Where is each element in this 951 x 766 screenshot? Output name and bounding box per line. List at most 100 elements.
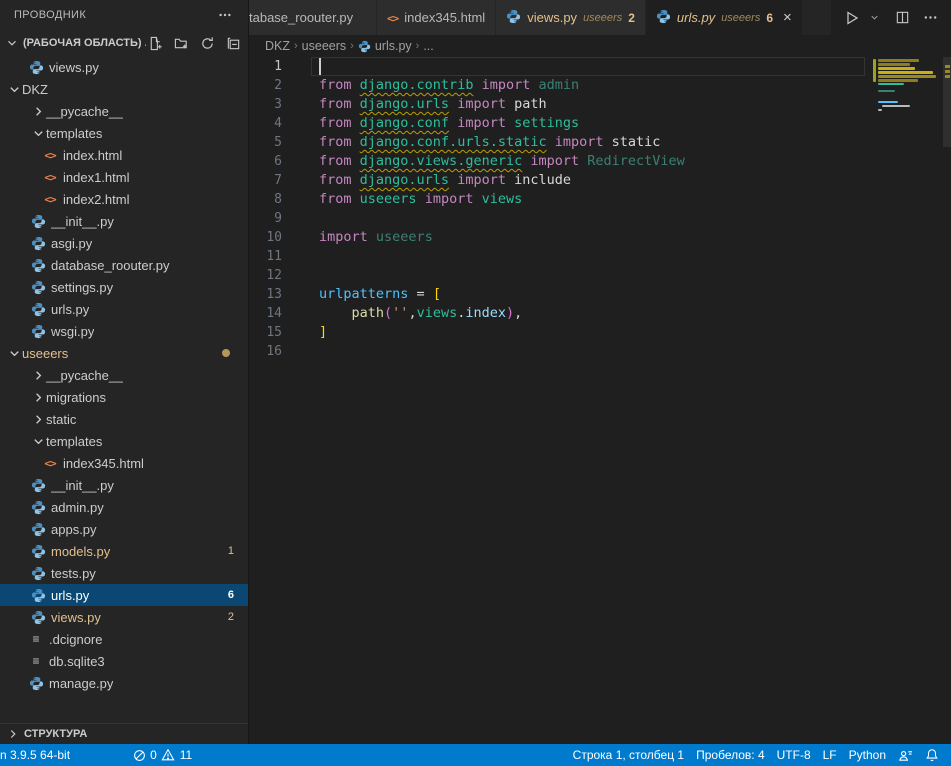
code-line-5[interactable]: 5from django.conf.urls.static import sta… xyxy=(249,133,951,152)
language-mode[interactable]: Python xyxy=(843,744,892,766)
code-line-16[interactable]: 16 xyxy=(249,342,951,361)
tree-folder-useeers[interactable]: useeers xyxy=(0,342,248,364)
tree-folder--pycache-[interactable]: __pycache__ xyxy=(0,100,248,122)
minimap[interactable] xyxy=(873,57,943,744)
tree-file-views-py[interactable]: views.py2 xyxy=(0,606,248,628)
chevron-down-icon xyxy=(30,433,46,449)
tab-views-py[interactable]: views.pyuseeers2 xyxy=(496,0,646,35)
tab-urls-py[interactable]: urls.pyuseeers6× xyxy=(646,0,803,35)
tree-folder-templates[interactable]: templates xyxy=(0,122,248,144)
code-line-7[interactable]: 7from django.urls import include xyxy=(249,171,951,190)
tree-file-asgi-py[interactable]: asgi.py xyxy=(0,232,248,254)
line-number: 3 xyxy=(249,95,297,114)
python-interpreter[interactable]: n 3.9.5 64-bit xyxy=(0,744,76,766)
tree-file-apps-py[interactable]: apps.py xyxy=(0,518,248,540)
breadcrumb-item[interactable]: DKZ xyxy=(265,39,290,53)
tree-file-urls-py[interactable]: urls.py6 xyxy=(0,584,248,606)
explorer-more-actions-icon[interactable] xyxy=(216,6,234,24)
outline-section-header[interactable]: СТРУКТУРА xyxy=(0,723,248,744)
tree-file--init-py[interactable]: __init__.py xyxy=(0,210,248,232)
explorer-header: ПРОВОДНИК xyxy=(0,0,248,30)
tree-file-manage-py[interactable]: manage.py xyxy=(0,672,248,694)
line-number: 7 xyxy=(249,171,297,190)
tab-index345-html[interactable]: <>index345.html xyxy=(377,0,496,35)
tree-file-database-roouter-py[interactable]: database_roouter.py xyxy=(0,254,248,276)
code-line-8[interactable]: 8from useeers import views xyxy=(249,190,951,209)
tab-folder-hint: useeers xyxy=(583,12,622,24)
encoding-setting[interactable]: UTF-8 xyxy=(771,744,817,766)
tree-file-db-sqlite3[interactable]: ≡db.sqlite3 xyxy=(0,650,248,672)
problems-indicator[interactable]: 0 11 xyxy=(126,744,198,766)
split-editor-icon[interactable] xyxy=(893,9,911,27)
chevron-down-icon xyxy=(6,81,22,97)
tree-folder--pycache-[interactable]: __pycache__ xyxy=(0,364,248,386)
close-tab-icon[interactable]: × xyxy=(783,10,792,25)
run-icon[interactable] xyxy=(843,9,861,27)
tree-item-label: db.sqlite3 xyxy=(49,654,105,669)
editor-scrollbar[interactable] xyxy=(943,57,951,744)
code-line-10[interactable]: 10 import useeers xyxy=(249,228,951,247)
new-folder-icon[interactable] xyxy=(172,34,190,52)
line-number: 5 xyxy=(249,133,297,152)
code-editor[interactable]: 12from django.contrib import admin3from … xyxy=(249,57,951,744)
code-line-2[interactable]: 2from django.contrib import admin xyxy=(249,76,951,95)
tree-item-label: static xyxy=(46,412,76,427)
tree-file-index2-html[interactable]: <>index2.html xyxy=(0,188,248,210)
chevron-right-icon xyxy=(30,389,46,405)
refresh-icon[interactable] xyxy=(198,34,216,52)
tree-file--init-py[interactable]: __init__.py xyxy=(0,474,248,496)
workspace-label: (РАБОЧАЯ ОБЛАСТЬ) ... xyxy=(23,37,146,49)
code-line-4[interactable]: 4from django.conf import settings xyxy=(249,114,951,133)
feedback-icon[interactable] xyxy=(892,744,919,766)
cursor-position[interactable]: Строка 1, столбец 1 xyxy=(567,744,690,766)
more-actions-icon[interactable] xyxy=(921,9,939,27)
code-line-14[interactable]: 14 path('',views.index), xyxy=(249,304,951,323)
indentation-setting[interactable]: Пробелов: 4 xyxy=(690,744,771,766)
tree-file-models-py[interactable]: models.py1 xyxy=(0,540,248,562)
tree-file-admin-py[interactable]: admin.py xyxy=(0,496,248,518)
new-file-icon[interactable] xyxy=(146,34,164,52)
eol-setting[interactable]: LF xyxy=(817,744,843,766)
tree-item-label: urls.py xyxy=(51,302,89,317)
chevron-right-icon xyxy=(30,411,46,427)
code-line-12[interactable]: 12 xyxy=(249,266,951,285)
code-line-3[interactable]: 3from django.urls import path xyxy=(249,95,951,114)
tree-folder-migrations[interactable]: migrations xyxy=(0,386,248,408)
tree-folder-static[interactable]: static xyxy=(0,408,248,430)
tree-file-settings-py[interactable]: settings.py xyxy=(0,276,248,298)
tree-file--dcignore[interactable]: ≡.dcignore xyxy=(0,628,248,650)
breadcrumb-separator: › xyxy=(416,40,420,52)
code-line-13[interactable]: 13urlpatterns = [ xyxy=(249,285,951,304)
collapse-all-icon[interactable] xyxy=(224,34,242,52)
html-file-icon: <> xyxy=(42,191,58,207)
breadcrumb-separator: › xyxy=(350,40,354,52)
python-file-icon xyxy=(506,9,521,27)
code-line-9[interactable]: 9 xyxy=(249,209,951,228)
tree-file-index1-html[interactable]: <>index1.html xyxy=(0,166,248,188)
code-text: import useeers xyxy=(319,228,433,247)
run-dropdown-icon[interactable] xyxy=(865,9,883,27)
workspace-section-header[interactable]: (РАБОЧАЯ ОБЛАСТЬ) ... xyxy=(0,30,248,56)
chevron-down-icon xyxy=(6,345,22,361)
tree-folder-dkz[interactable]: DKZ xyxy=(0,78,248,100)
tree-file-index345-html[interactable]: <>index345.html xyxy=(0,452,248,474)
python-file-icon xyxy=(30,323,46,339)
tree-file-urls-py[interactable]: urls.py xyxy=(0,298,248,320)
line-number: 10 xyxy=(249,228,297,247)
tree-file-index-html[interactable]: <>index.html xyxy=(0,144,248,166)
tree-file-views-py[interactable]: views.py xyxy=(0,56,248,78)
code-text: ] xyxy=(319,323,327,342)
breadcrumb-item[interactable]: useeers xyxy=(302,39,346,53)
code-text: from django.conf import settings xyxy=(319,114,579,133)
tree-file-wsgi-py[interactable]: wsgi.py xyxy=(0,320,248,342)
tree-folder-templates[interactable]: templates xyxy=(0,430,248,452)
breadcrumb-item[interactable]: ... xyxy=(423,39,433,53)
tab-tabase-roouter-py[interactable]: tabase_roouter.py xyxy=(249,0,377,35)
tree-file-tests-py[interactable]: tests.py xyxy=(0,562,248,584)
notifications-bell-icon[interactable] xyxy=(919,744,945,766)
tree-item-label: asgi.py xyxy=(51,236,92,251)
breadcrumb-item[interactable]: urls.py xyxy=(375,39,412,53)
code-line-6[interactable]: 6from django.views.generic import Redire… xyxy=(249,152,951,171)
code-line-15[interactable]: 15] xyxy=(249,323,951,342)
code-line-11[interactable]: 11 xyxy=(249,247,951,266)
